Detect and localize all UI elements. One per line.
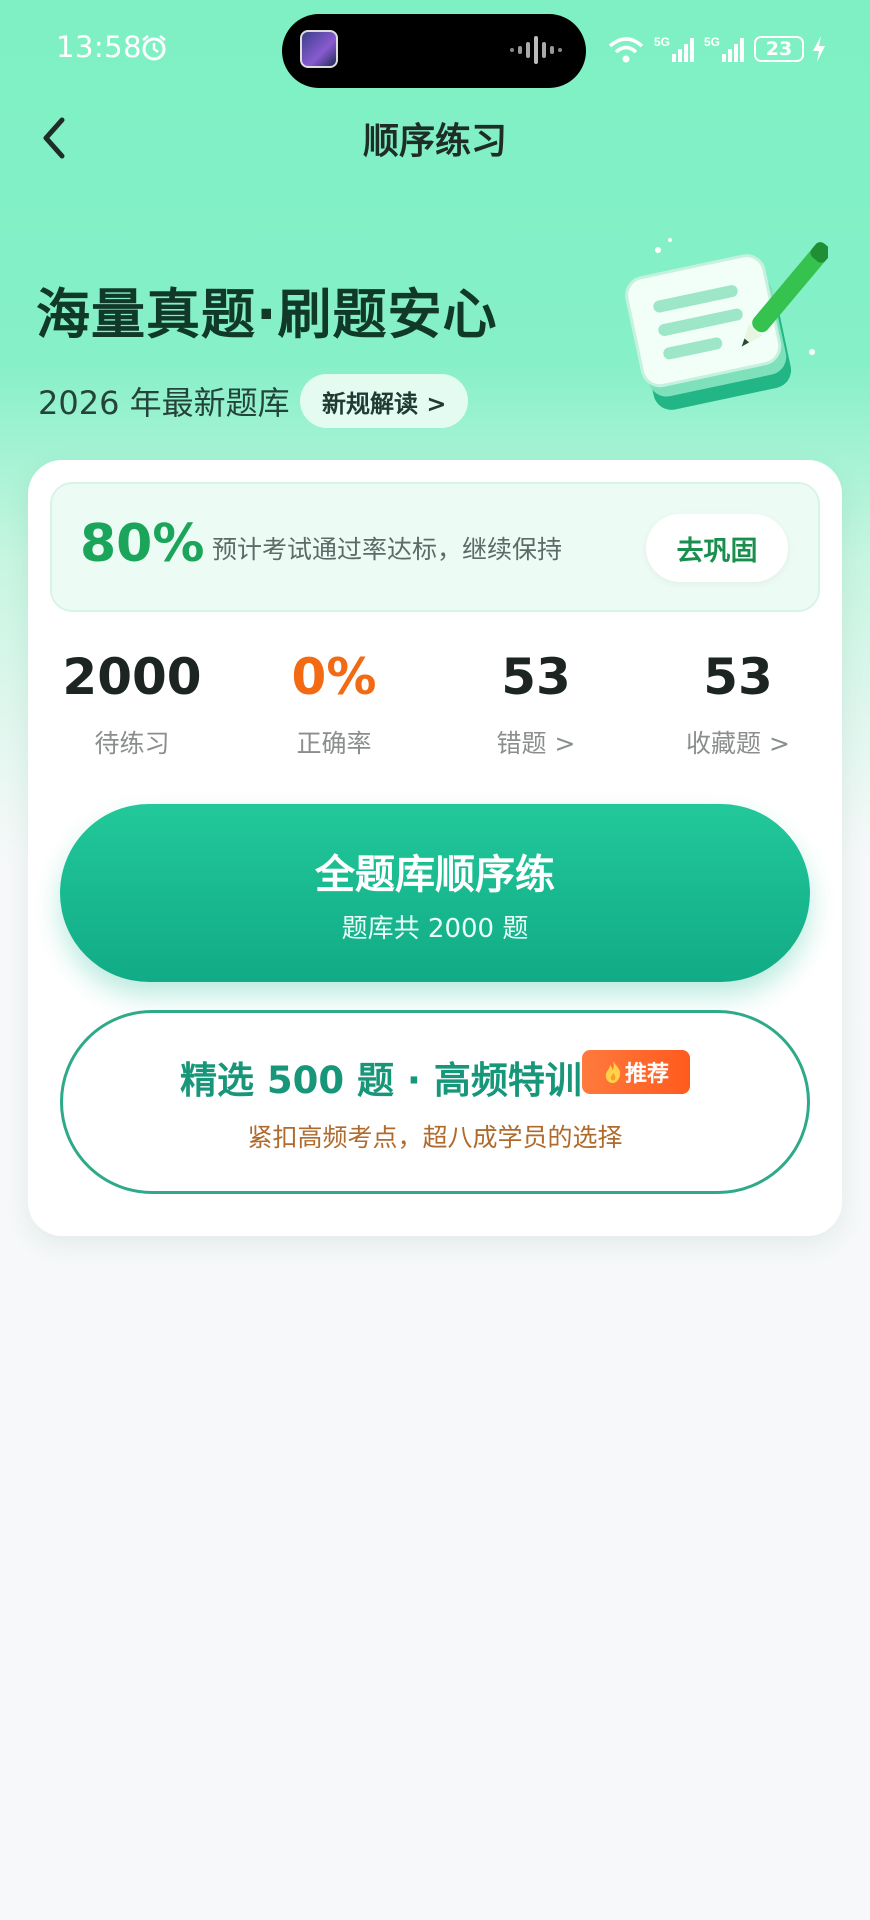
stat-wrong-label[interactable]: 错题 > (436, 724, 636, 760)
stat-pending-value: 2000 (62, 648, 202, 706)
status-time: 13:58 (56, 30, 143, 64)
selected-500-title[interactable]: 精选 500 题 · 高频特训 (180, 1050, 582, 1104)
recommend-badge-label: 推荐 (624, 1062, 669, 1087)
full-bank-practice-subtitle[interactable]: 题库共 2000 题 (60, 908, 810, 945)
signal-5g-icon: 5G (704, 35, 744, 62)
fire-icon (605, 1061, 621, 1083)
stat-accuracy-label: 正确率 (296, 729, 372, 758)
pass-rate-percent: 80% (80, 514, 205, 574)
signal-5g-icon: 5G (654, 35, 694, 62)
stat-pending-label: 待练习 (94, 729, 170, 758)
hero-title: 海量真题·刷题安心 (36, 283, 498, 346)
page-title: 顺序练习 (362, 121, 507, 162)
svg-text:5G: 5G (704, 35, 720, 49)
audio-wave-icon (510, 36, 562, 64)
notepad-pen-icon (625, 238, 828, 410)
hero-subtitle: 2026 年最新题库 (38, 384, 290, 422)
stat-favorites-value[interactable]: 53 (638, 648, 838, 706)
stat-wrong-value[interactable]: 53 (436, 648, 636, 706)
battery-icon: 23 (754, 36, 804, 62)
recommend-badge: 推荐 (582, 1050, 690, 1094)
charging-icon (813, 36, 825, 62)
pass-rate-text: 预计考试通过率达标，继续保持 (212, 535, 563, 564)
wifi-icon (608, 37, 644, 63)
full-bank-practice-title[interactable]: 全题库顺序练 (60, 842, 810, 900)
stat-accuracy-value: 0% (291, 648, 377, 706)
stat-favorites-label[interactable]: 收藏题 > (638, 724, 838, 760)
svg-text:5G: 5G (654, 35, 670, 49)
reinforce-button[interactable]: 去巩固 (646, 514, 788, 582)
alarm-icon (142, 35, 166, 61)
new-rules-link[interactable]: 新规解读 > (300, 374, 469, 428)
selected-500-subtitle[interactable]: 紧扣高频考点，超八成学员的选择 (60, 1118, 810, 1154)
status-icons: 5G 5G 23 (606, 32, 826, 66)
app-thumbnail-icon[interactable] (300, 30, 338, 68)
